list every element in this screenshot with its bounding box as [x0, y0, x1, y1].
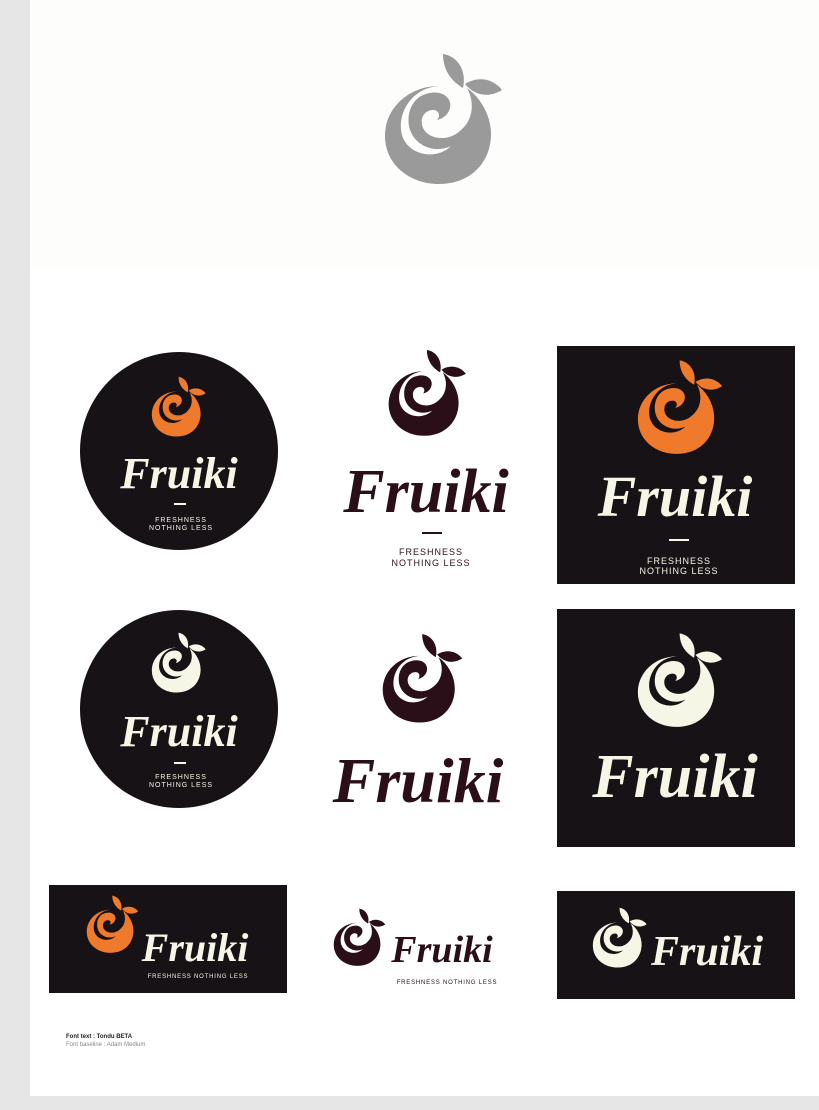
- font-baseline-credit: Font baseline : Adam Medium: [66, 1042, 146, 1048]
- fruit-logo-icon: Fruiki FRESHNESS NOTHING LESS: [119, 632, 238, 789]
- font-text-credit: Font text : Tondu BETA: [66, 1034, 133, 1040]
- fruit-logo-icon: Fruiki: [332, 634, 504, 816]
- brand-wordmark: Fruiki: [591, 743, 757, 811]
- tagline-line1: FRESHNESS: [155, 517, 207, 524]
- logo-horizontal-orange: Fruiki FRESHNESS NOTHING LESS: [49, 885, 287, 993]
- hero-panel: [30, 0, 819, 268]
- logo-square-orange: Fruiki FRESHNESS NOTHING LESS: [557, 346, 795, 584]
- brand-wordmark: Fruiki: [119, 449, 238, 498]
- tagline-line2: NOTHING LESS: [149, 782, 213, 789]
- brand-wordmark: Fruiki: [650, 929, 763, 975]
- fruit-logo-icon: [385, 54, 502, 184]
- tagline-line1: FRESHNESS: [155, 774, 207, 781]
- logo-horizontal-cream: Fruiki: [557, 891, 795, 999]
- brand-wordmark: Fruiki: [390, 929, 493, 971]
- logo-plain-maroon: Fruiki FRESHNESS NOTHING LESS: [330, 340, 530, 580]
- tagline: FRESHNESS NOTHING LESS: [397, 980, 498, 986]
- fruit-logo-icon: Fruiki FRESHNESS NOTHING LESS: [333, 908, 498, 986]
- fruit-logo-icon: Fruiki FRESHNESS NOTHING LESS: [342, 349, 509, 568]
- tagline-line2: NOTHING LESS: [391, 558, 470, 568]
- tagline-line1: FRESHNESS: [399, 547, 463, 557]
- fruit-logo-icon: Fruiki FRESHNESS NOTHING LESS: [86, 895, 249, 980]
- brand-wordmark: Fruiki: [597, 464, 753, 529]
- logo-horizontal-maroon: Fruiki FRESHNESS NOTHING LESS: [326, 898, 506, 994]
- brand-wordmark: Fruiki: [342, 458, 508, 526]
- fruit-logo-icon: Fruiki FRESHNESS NOTHING LESS: [597, 360, 753, 576]
- logo-circle-cream: Fruiki FRESHNESS NOTHING LESS: [80, 610, 278, 808]
- logo-plain-maroon-no-tagline: Fruiki: [326, 626, 526, 816]
- tagline-line2: NOTHING LESS: [639, 566, 718, 576]
- logo-circle-orange: Fruiki FRESHNESS NOTHING LESS: [80, 352, 278, 550]
- fruit-logo-icon: Fruiki: [592, 907, 763, 975]
- tagline-line1: FRESHNESS: [647, 556, 711, 566]
- brand-wordmark: Fruiki: [141, 925, 249, 970]
- fruit-logo-icon: Fruiki: [591, 633, 758, 811]
- brand-wordmark: Fruiki: [332, 745, 504, 816]
- fruit-logo-icon: Fruiki FRESHNESS NOTHING LESS: [119, 376, 238, 532]
- logo-square-cream: Fruiki: [557, 609, 795, 847]
- brand-wordmark: Fruiki: [119, 707, 238, 756]
- font-credits: Font text : Tondu BETA Font baseline : A…: [66, 1033, 145, 1049]
- tagline-line2: NOTHING LESS: [149, 525, 213, 532]
- tagline: FRESHNESS NOTHING LESS: [148, 974, 249, 980]
